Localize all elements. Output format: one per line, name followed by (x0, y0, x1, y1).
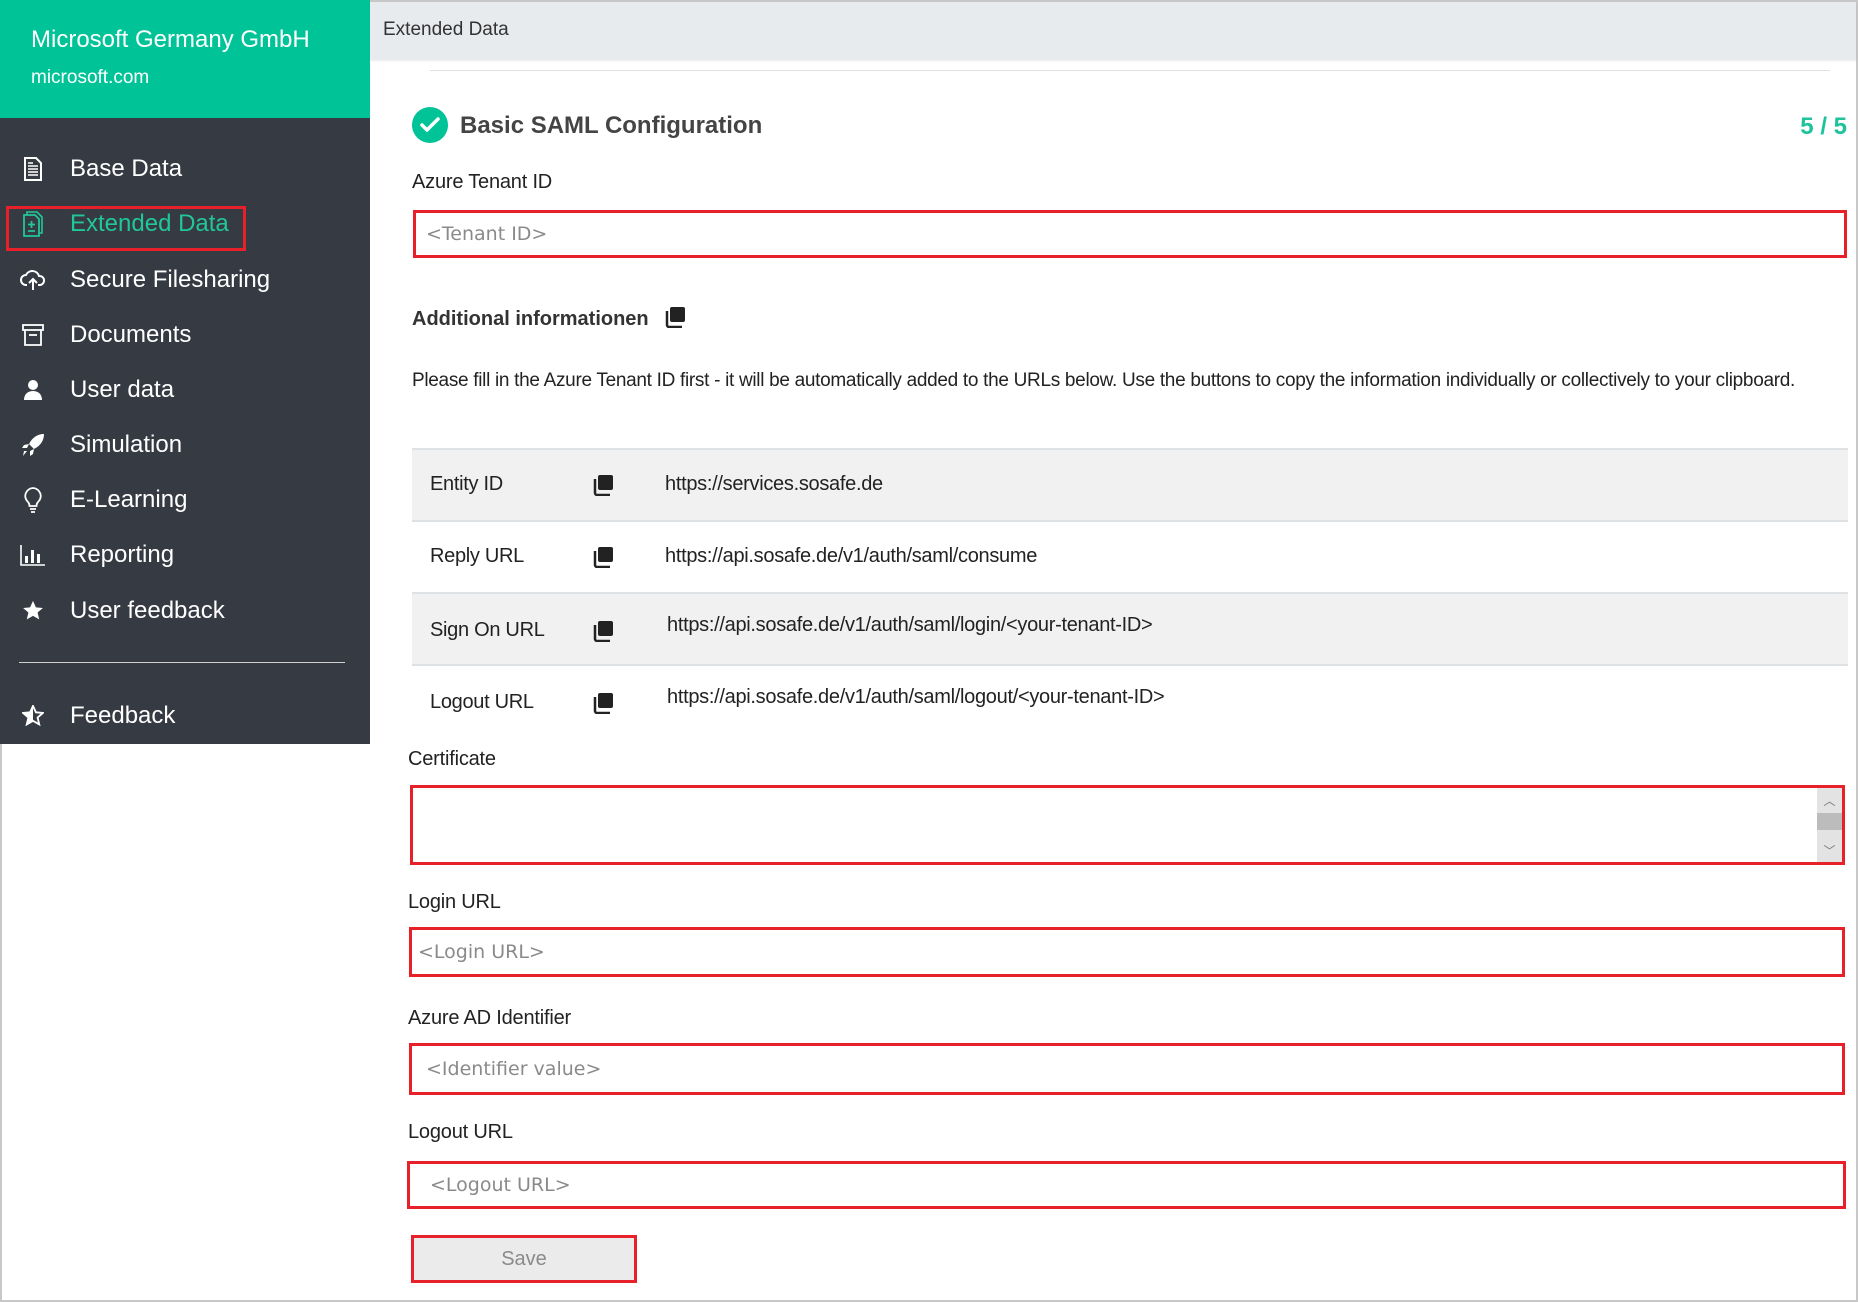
star-half-icon (20, 703, 46, 729)
login-url-input[interactable] (412, 930, 1842, 974)
sidebar-item-label: Secure Filesharing (70, 266, 271, 293)
logout-url-input[interactable] (410, 1164, 1843, 1206)
login-url-field-wrapper (409, 927, 1845, 977)
highlight-box (6, 206, 246, 251)
sidebar-item-user-data[interactable]: User data (0, 366, 370, 414)
save-button[interactable]: Save (411, 1235, 637, 1283)
additional-info-heading: Additional informationen (412, 306, 686, 334)
sidebar-item-user-feedback[interactable]: User feedback (0, 587, 370, 635)
scrollbar-thumb[interactable] (1817, 813, 1842, 830)
brand-header: Microsoft Germany GmbH microsoft.com (0, 0, 370, 118)
sidebar-item-label: User data (70, 376, 175, 403)
copy-icon[interactable] (592, 692, 616, 716)
table-row: Entity ID https://services.sosafe.de (412, 448, 1848, 520)
step-indicator: 5 / 5 (1800, 113, 1847, 140)
login-url-label: Login URL (408, 891, 501, 913)
tenant-id-label: Azure Tenant ID (412, 171, 553, 193)
certificate-label: Certificate (408, 748, 496, 770)
section-title: Basic SAML Configuration (460, 112, 763, 139)
certificate-textarea[interactable] (413, 788, 1821, 862)
tenant-id-input[interactable] (416, 213, 1844, 255)
row-key: Reply URL (430, 545, 524, 567)
sidebar-item-label: Base Data (70, 155, 183, 182)
scroll-up-icon[interactable]: ︿ (1817, 788, 1842, 812)
page-title: Extended Data (383, 19, 509, 40)
azure-ad-identifier-field-wrapper (409, 1043, 1845, 1095)
tenant-id-field-wrapper (413, 210, 1847, 258)
sidebar-item-label: User feedback (70, 597, 225, 624)
sidebar-item-base-data[interactable]: Base Data (0, 145, 370, 193)
additional-info-title: Additional informationen (412, 308, 649, 330)
certificate-field-wrapper: ︿ ﹀ (410, 785, 1845, 865)
row-value: https://api.sosafe.de/v1/auth/saml/logou… (667, 686, 1165, 708)
logout-url-field-wrapper (407, 1161, 1846, 1209)
star-icon (20, 598, 46, 624)
saml-info-table: Entity ID https://services.sosafe.de Rep… (412, 448, 1848, 736)
sidebar-item-label: Reporting (70, 541, 175, 568)
row-key: Sign On URL (430, 619, 545, 641)
row-key: Entity ID (430, 473, 503, 495)
certificate-scrollbar[interactable]: ︿ ﹀ (1817, 788, 1842, 862)
sidebar-item-feedback[interactable]: Feedback (0, 692, 370, 740)
copy-icon[interactable] (592, 546, 616, 570)
azure-ad-identifier-label: Azure AD Identifier (408, 1007, 571, 1029)
archive-box-icon (20, 322, 46, 348)
company-domain: microsoft.com (31, 67, 150, 88)
sidebar-item-label: E-Learning (70, 486, 188, 513)
logout-url-label: Logout URL (408, 1121, 513, 1143)
document-icon (20, 156, 46, 182)
sidebar-item-label: Simulation (70, 431, 183, 458)
sidebar-item-reporting[interactable]: Reporting (0, 531, 370, 579)
user-icon (20, 377, 46, 403)
sidebar-divider (19, 662, 345, 663)
sidebar-item-documents[interactable]: Documents (0, 311, 370, 359)
table-row: Sign On URL https://api.sosafe.de/v1/aut… (412, 592, 1848, 664)
bar-chart-icon (20, 542, 46, 568)
check-circle-icon (412, 107, 448, 143)
copy-all-icon[interactable] (664, 306, 686, 334)
lightbulb-icon (20, 487, 46, 513)
azure-ad-identifier-input[interactable] (412, 1046, 1842, 1092)
row-value: https://api.sosafe.de/v1/auth/saml/login… (667, 614, 1153, 636)
copy-icon[interactable] (592, 474, 616, 498)
row-value: https://api.sosafe.de/v1/auth/saml/consu… (665, 545, 1038, 567)
cloud-upload-icon (20, 267, 46, 293)
section-divider (430, 70, 1830, 71)
instructions-text: Please fill in the Azure Tenant ID first… (412, 370, 1795, 391)
page-header: Extended Data (370, 2, 1856, 60)
copy-icon[interactable] (592, 620, 616, 644)
row-key: Logout URL (430, 691, 534, 713)
sidebar: Microsoft Germany GmbH microsoft.com Bas… (0, 0, 370, 744)
sidebar-item-secure-filesharing[interactable]: Secure Filesharing (0, 256, 370, 304)
company-name: Microsoft Germany GmbH (31, 26, 310, 53)
sidebar-item-e-learning[interactable]: E-Learning (0, 476, 370, 524)
sidebar-item-label: Feedback (70, 702, 176, 729)
rocket-icon (20, 432, 46, 458)
sidebar-item-simulation[interactable]: Simulation (0, 421, 370, 469)
scroll-down-icon[interactable]: ﹀ (1817, 838, 1842, 862)
sidebar-item-label: Documents (70, 321, 192, 348)
table-row: Logout URL https://api.sosafe.de/v1/auth… (412, 664, 1848, 736)
table-row: Reply URL https://api.sosafe.de/v1/auth/… (412, 520, 1848, 592)
row-value: https://services.sosafe.de (665, 473, 883, 495)
